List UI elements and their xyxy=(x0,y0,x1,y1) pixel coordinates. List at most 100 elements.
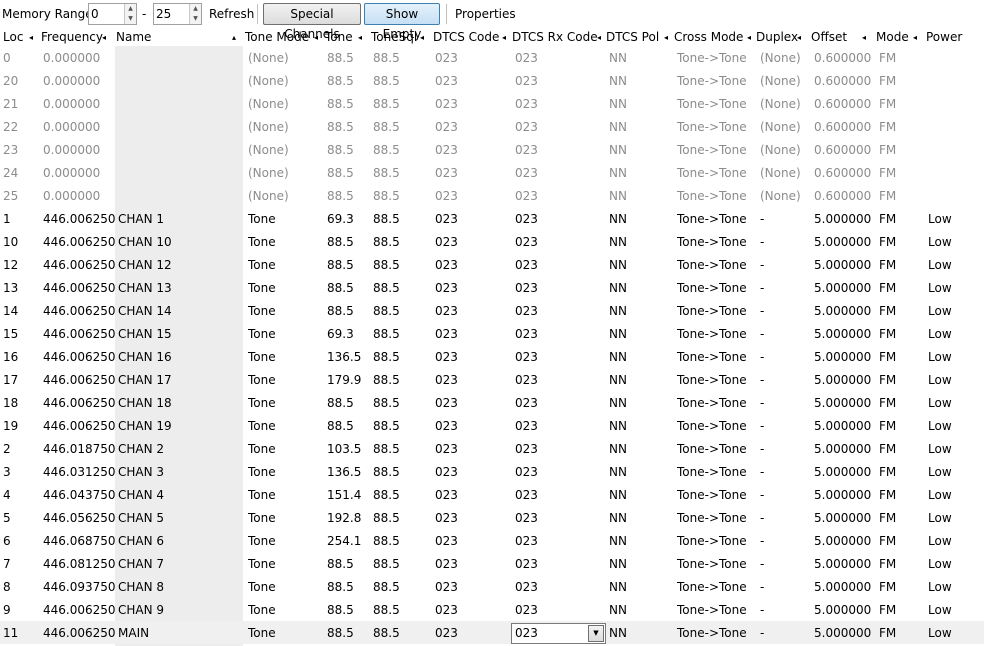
table-row[interactable]: 16 446.006250 CHAN 16 Tone 136.5 88.5 023 023 NN… xyxy=(0,345,984,368)
cell-cross-mode[interactable]: Tone->Tone xyxy=(677,188,747,204)
table-row[interactable]: 19 446.006250 CHAN 19 Tone 88.5 88.5 023 023 NN T… xyxy=(0,414,984,437)
cell-dtcs-code[interactable]: 023 xyxy=(435,280,458,296)
cell-offset[interactable]: 5.000000 xyxy=(814,257,871,273)
cell-loc[interactable]: 6 xyxy=(3,533,11,549)
refresh-button[interactable]: Refresh xyxy=(209,7,254,21)
cell-mode[interactable]: FM xyxy=(879,510,896,526)
table-row[interactable]: 9 446.006250 CHAN 9 Tone 88.5 88.5 023 023 NN Ton… xyxy=(0,598,984,621)
spin-up-icon[interactable]: ▲ xyxy=(190,4,201,14)
cell-tone-mode[interactable]: Tone xyxy=(248,211,276,227)
cell-name[interactable]: CHAN 14 xyxy=(118,303,172,319)
cell-offset[interactable]: 5.000000 xyxy=(814,303,871,319)
cell-name[interactable]: CHAN 2 xyxy=(118,441,164,457)
range-start-spinner-arrows[interactable]: ▲ ▼ xyxy=(124,4,136,24)
cell-cross-mode[interactable]: Tone->Tone xyxy=(677,487,747,503)
cell-loc[interactable]: 4 xyxy=(3,487,11,503)
cell-loc[interactable]: 0 xyxy=(3,50,11,66)
cell-dtcs-rx-code[interactable]: 023 xyxy=(515,464,538,480)
cell-dtcs-pol[interactable]: NN xyxy=(609,556,627,572)
cell-power[interactable]: Low xyxy=(928,602,952,618)
cell-frequency[interactable]: 446.006250 xyxy=(43,303,116,319)
cell-power[interactable]: Low xyxy=(928,510,952,526)
cell-name[interactable]: CHAN 19 xyxy=(118,418,172,434)
cell-tone[interactable]: 151.4 xyxy=(327,487,361,503)
cell-cross-mode[interactable]: Tone->Tone xyxy=(677,625,747,641)
cell-offset[interactable]: 0.600000 xyxy=(814,188,871,204)
column-header-mode[interactable]: Mode xyxy=(876,29,909,46)
cell-tone-mode[interactable]: (None) xyxy=(248,165,289,181)
chevron-down-icon[interactable]: ▼ xyxy=(588,625,604,642)
cell-frequency[interactable]: 446.006250 xyxy=(43,326,116,342)
cell-dtcs-code[interactable]: 023 xyxy=(435,257,458,273)
cell-loc[interactable]: 15 xyxy=(3,326,18,342)
cell-offset[interactable]: 0.600000 xyxy=(814,119,871,135)
cell-duplex[interactable]: - xyxy=(760,510,764,526)
cell-duplex[interactable]: - xyxy=(760,579,764,595)
cell-name[interactable]: CHAN 5 xyxy=(118,510,164,526)
cell-cross-mode[interactable]: Tone->Tone xyxy=(677,602,747,618)
cell-mode[interactable]: FM xyxy=(879,326,896,342)
cell-frequency[interactable]: 446.006250 xyxy=(43,602,116,618)
cell-dtcs-pol[interactable]: NN xyxy=(609,464,627,480)
cell-duplex[interactable]: - xyxy=(760,602,764,618)
cell-dtcs-code[interactable]: 023 xyxy=(435,303,458,319)
cell-mode[interactable]: FM xyxy=(879,349,896,365)
cell-cross-mode[interactable]: Tone->Tone xyxy=(677,579,747,595)
cell-dtcs-pol[interactable]: NN xyxy=(609,602,627,618)
table-row[interactable]: 17 446.006250 CHAN 17 Tone 179.9 88.5 023 023 NN… xyxy=(0,368,984,391)
cell-dtcs-rx-code[interactable]: 023 xyxy=(515,96,538,112)
cell-loc[interactable]: 24 xyxy=(3,165,18,181)
cell-frequency[interactable]: 0.000000 xyxy=(43,142,100,158)
cell-duplex[interactable]: (None) xyxy=(760,188,801,204)
cell-tone-sql[interactable]: 88.5 xyxy=(373,119,400,135)
cell-dtcs-pol[interactable]: NN xyxy=(609,257,627,273)
cell-loc[interactable]: 14 xyxy=(3,303,18,319)
cell-tone[interactable]: 88.5 xyxy=(327,303,354,319)
cell-tone[interactable]: 88.5 xyxy=(327,602,354,618)
cell-duplex[interactable]: - xyxy=(760,372,764,388)
cell-loc[interactable]: 5 xyxy=(3,510,11,526)
cell-dtcs-rx-code[interactable]: 023 xyxy=(515,418,538,434)
cell-duplex[interactable]: - xyxy=(760,441,764,457)
cell-mode[interactable]: FM xyxy=(879,441,896,457)
cell-dtcs-code[interactable]: 023 xyxy=(435,349,458,365)
cell-tone-mode[interactable]: (None) xyxy=(248,96,289,112)
cell-power[interactable]: Low xyxy=(928,441,952,457)
cell-dtcs-rx-code[interactable]: 023 xyxy=(515,142,538,158)
cell-loc[interactable]: 17 xyxy=(3,372,18,388)
cell-name[interactable]: CHAN 1 xyxy=(118,211,164,227)
cell-cross-mode[interactable]: Tone->Tone xyxy=(677,349,747,365)
cell-frequency[interactable]: 0.000000 xyxy=(43,165,100,181)
cell-dtcs-rx-code[interactable]: 023 xyxy=(515,533,538,549)
cell-loc[interactable]: 16 xyxy=(3,349,18,365)
cell-offset[interactable]: 5.000000 xyxy=(814,280,871,296)
cell-tone-sql[interactable]: 88.5 xyxy=(373,533,400,549)
cell-tone-mode[interactable]: Tone xyxy=(248,533,276,549)
cell-dtcs-code[interactable]: 023 xyxy=(435,119,458,135)
cell-duplex[interactable]: - xyxy=(760,556,764,572)
cell-power[interactable]: Low xyxy=(928,395,952,411)
cell-dtcs-pol[interactable]: NN xyxy=(609,165,627,181)
table-row[interactable]: 18 446.006250 CHAN 18 Tone 88.5 88.5 023 023 NN T… xyxy=(0,391,984,414)
table-row[interactable]: 25 0.000000 (None) 88.5 88.5 023 023 NN Tone->To… xyxy=(0,184,984,207)
cell-tone[interactable]: 88.5 xyxy=(327,165,354,181)
cell-dtcs-pol[interactable]: NN xyxy=(609,73,627,89)
cell-tone-mode[interactable]: Tone xyxy=(248,280,276,296)
range-start-spinner[interactable]: ▲ ▼ xyxy=(88,3,137,25)
cell-dtcs-code[interactable]: 023 xyxy=(435,487,458,503)
cell-mode[interactable]: FM xyxy=(879,464,896,480)
cell-frequency[interactable]: 446.006250 xyxy=(43,395,116,411)
cell-loc[interactable]: 18 xyxy=(3,395,18,411)
cell-mode[interactable]: FM xyxy=(879,142,896,158)
cell-frequency[interactable]: 446.006250 xyxy=(43,625,116,641)
cell-tone[interactable]: 136.5 xyxy=(327,464,361,480)
table-row[interactable]: 20 0.000000 (None) 88.5 88.5 023 023 NN Tone->To… xyxy=(0,69,984,92)
column-header-cross-mode[interactable]: Cross Mode xyxy=(674,29,743,46)
cell-tone-mode[interactable]: Tone xyxy=(248,395,276,411)
table-row[interactable]: 4 446.043750 CHAN 4 Tone 151.4 88.5 023 023 NN To… xyxy=(0,483,984,506)
cell-dtcs-rx-code[interactable]: 023 xyxy=(515,349,538,365)
cell-duplex[interactable]: - xyxy=(760,487,764,503)
cell-tone-mode[interactable]: Tone xyxy=(248,464,276,480)
cell-dtcs-pol[interactable]: NN xyxy=(609,119,627,135)
cell-power[interactable]: Low xyxy=(928,579,952,595)
